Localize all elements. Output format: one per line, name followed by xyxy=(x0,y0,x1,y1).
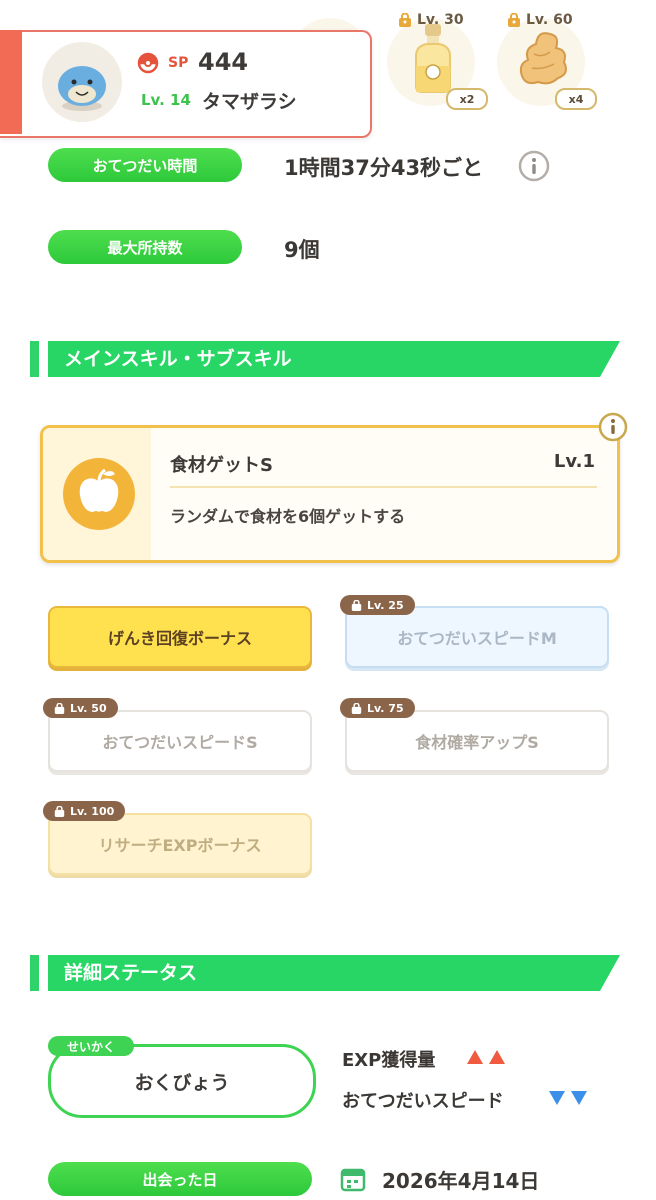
subskill-ingredient-finder-s[interactable]: 食材確率アップS xyxy=(345,710,609,772)
ingredient-2-qty: x2 xyxy=(446,88,488,110)
nature-up-effect: EXP獲得量 xyxy=(342,1050,436,1071)
sp-value: 444 xyxy=(198,48,249,76)
details-section-title: 詳細ステータス xyxy=(64,962,198,984)
help-time-label: おてつだい時間 xyxy=(48,148,242,182)
sp-label: SP xyxy=(168,55,189,71)
main-skill-description: ランダムで食材を6個ゲットする xyxy=(170,507,406,526)
down-arrows-icon xyxy=(549,1091,587,1105)
main-skill-level: Lv.1 xyxy=(553,451,595,472)
ingredient-3-qty: x4 xyxy=(555,88,597,110)
subskill-energy-recovery-bonus[interactable]: げんき回復ボーナス xyxy=(48,606,312,668)
max-carry-label: 最大所持数 xyxy=(48,230,242,264)
lock-icon xyxy=(54,702,65,714)
pokemon-avatar xyxy=(42,42,122,122)
skills-section-banner: メインスキル・サブスキル xyxy=(30,341,620,377)
card-accent-stripe xyxy=(0,30,22,134)
subskill-research-exp-bonus[interactable]: リサーチEXPボーナス xyxy=(48,813,312,875)
skills-section-title: メインスキル・サブスキル xyxy=(64,348,292,370)
calendar-icon xyxy=(340,1168,366,1192)
nature-tag: せいかく xyxy=(48,1036,134,1056)
help-time-value: 1時間37分43秒ごと xyxy=(284,156,484,180)
ginger-icon xyxy=(519,32,567,85)
subskill-lock-lv100: Lv. 100 xyxy=(43,801,126,821)
info-icon[interactable] xyxy=(598,412,628,442)
lock-icon xyxy=(351,599,362,611)
met-date-value: 2026年4月14日 xyxy=(382,1169,540,1193)
details-section-banner: 詳細ステータス xyxy=(30,955,620,991)
subskill-lock-lv25: Lv. 25 xyxy=(340,595,415,615)
pokeball-icon xyxy=(137,52,159,74)
subskill-lock-lv75: Lv. 75 xyxy=(340,698,415,718)
met-date-label: 出会った日 xyxy=(48,1162,312,1196)
nature-down-effect: おてつだいスピード xyxy=(342,1091,504,1112)
pokemon-name: タマザラシ xyxy=(202,91,297,113)
oil-bottle-icon xyxy=(415,24,451,93)
subskill-lock-lv50: Lv. 50 xyxy=(43,698,118,718)
lock-icon xyxy=(54,805,65,817)
info-icon[interactable] xyxy=(518,150,550,182)
subskill-help-speed-s[interactable]: おてつだいスピードS xyxy=(48,710,312,772)
spheal-icon xyxy=(58,66,106,111)
pokemon-level: Lv. 14 xyxy=(141,91,191,109)
main-skill-name: 食材ゲットS xyxy=(170,455,273,476)
up-arrows-icon xyxy=(467,1050,505,1064)
apple-icon xyxy=(63,458,135,530)
lock-icon xyxy=(351,702,362,714)
main-skill-card[interactable]: 食材ゲットS Lv.1 ランダムで食材を6個ゲットする xyxy=(40,425,620,563)
subskill-help-speed-m[interactable]: おてつだいスピードM xyxy=(345,606,609,668)
max-carry-value: 9個 xyxy=(284,238,320,262)
